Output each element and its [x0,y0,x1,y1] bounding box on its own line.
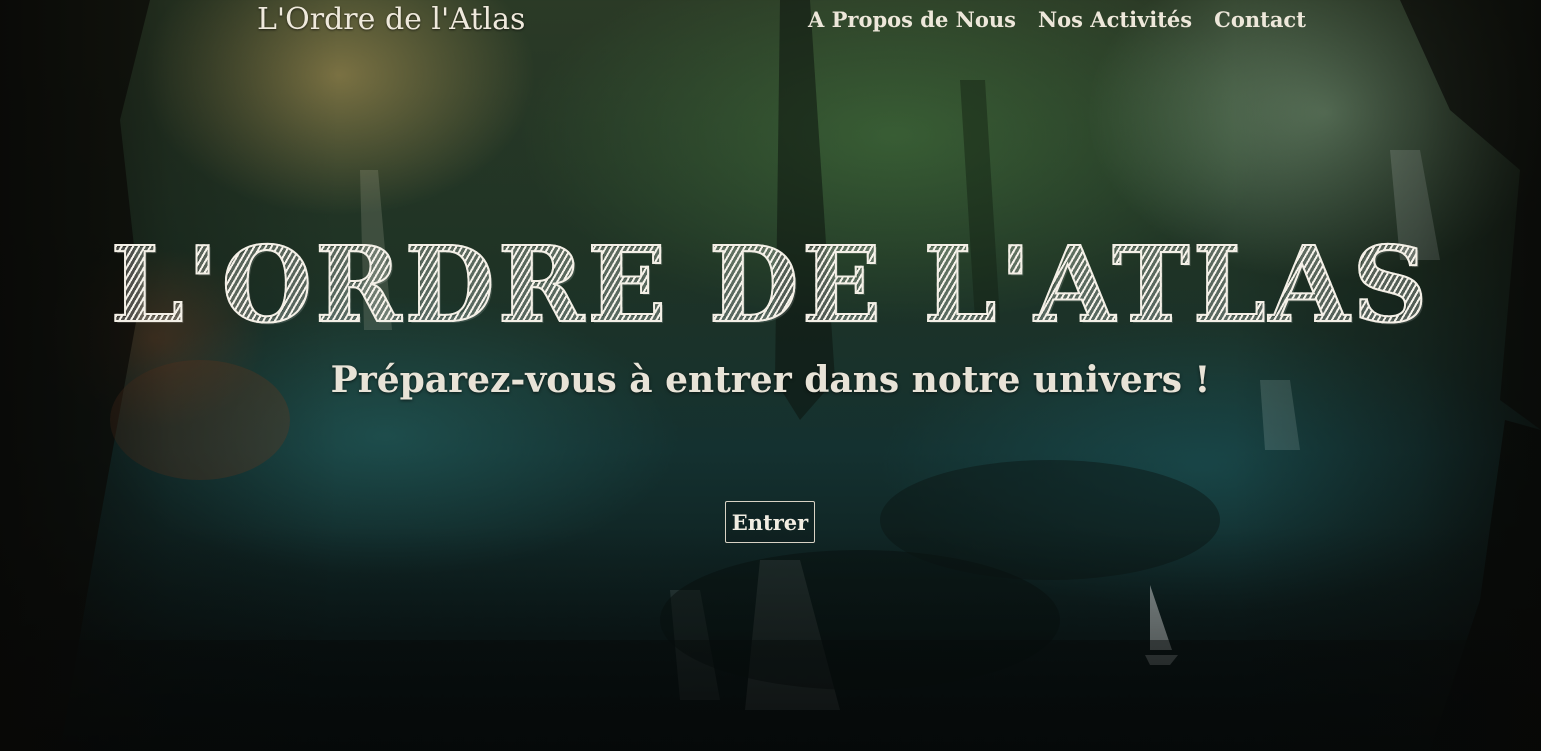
nav-link-contact[interactable]: Contact [1214,6,1306,34]
nav-link-activities[interactable]: Nos Activités [1038,6,1192,34]
hero-title: L'ORDRE DE L'ATLAS [0,224,1541,346]
hero-subtitle: Préparez-vous à entrer dans notre univer… [330,359,1211,401]
nav-link-about[interactable]: A Propos de Nous [808,6,1016,34]
site-brand[interactable]: L'Ordre de l'Atlas [257,2,525,38]
enter-button[interactable]: Entrer [725,501,815,543]
nav-links: A Propos de Nous Nos Activités Contact [808,6,1306,34]
top-navigation: L'Ordre de l'Atlas A Propos de Nous Nos … [0,0,1541,44]
